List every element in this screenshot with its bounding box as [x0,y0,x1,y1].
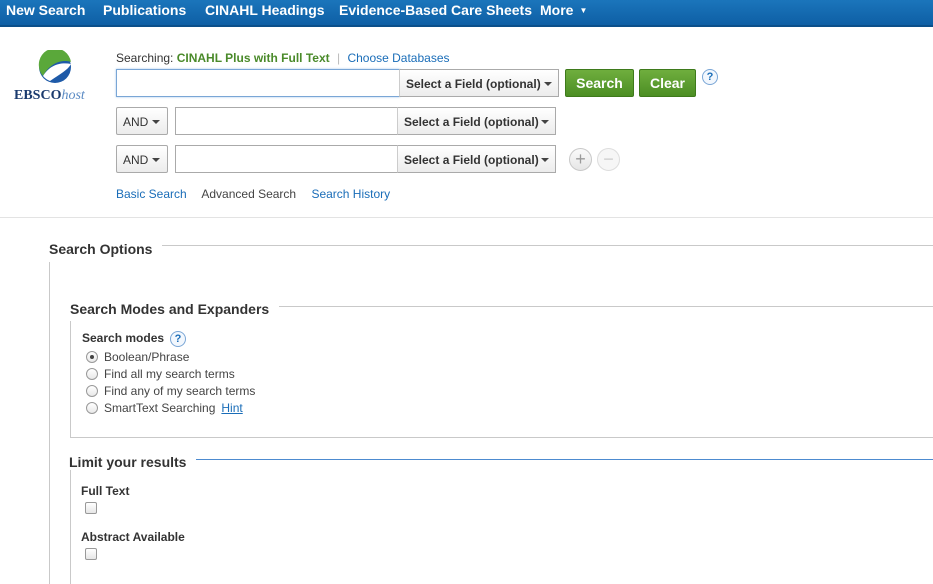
add-row-plus-icon[interactable]: + [569,148,592,171]
abstract-available-label: Abstract Available [81,530,185,544]
limit-section-left-border [70,470,71,584]
field-select-3[interactable]: Select a Field (optional) [397,145,556,173]
choose-databases-link[interactable]: Choose Databases [347,51,449,65]
mode-boolean-phrase[interactable]: Boolean/Phrase [86,350,189,366]
radio-button[interactable] [86,384,98,397]
searching-info: Searching: CINAHL Plus with Full Text | … [116,51,450,65]
database-name: CINAHL Plus with Full Text [176,51,330,65]
operator-label: AND [123,153,149,167]
mode-label: Find all my search terms [104,367,235,381]
top-navigation-bar: New Search Publications CINAHL Headings … [0,0,933,27]
search-button[interactable]: Search [565,69,634,97]
field-select-label: Select a Field (optional) [406,77,541,91]
field-select-label: Select a Field (optional) [404,115,539,129]
field-select-2[interactable]: Select a Field (optional) [397,107,556,135]
dropdown-arrow-icon [541,158,549,162]
radio-button-checked[interactable] [86,350,98,363]
radio-button[interactable] [86,367,98,380]
limit-section-rule [69,459,933,460]
operator-label: AND [123,115,149,129]
nav-evidence-based-care-sheets[interactable]: Evidence-Based Care Sheets [339,2,532,18]
search-type-links: Basic Search Advanced Search Search Hist… [116,187,402,201]
searching-label: Searching: [116,51,174,65]
header-divider [0,217,933,218]
nav-cinahl-headings[interactable]: CINAHL Headings [205,2,325,18]
radio-button[interactable] [86,401,98,414]
mode-label: Boolean/Phrase [104,350,190,364]
logo-suffix: host [61,88,85,103]
basic-search-link[interactable]: Basic Search [116,187,187,201]
full-text-label: Full Text [81,484,130,498]
modes-section-title: Search Modes and Expanders [70,301,280,317]
dropdown-arrow-icon [152,120,160,124]
nav-new-search[interactable]: New Search [6,2,85,18]
search-input-3[interactable] [175,145,398,173]
search-options-rule [49,245,933,246]
limit-results-title: Limit your results [69,454,197,470]
boolean-operator-select-2[interactable]: AND [116,107,168,135]
field-select-label: Select a Field (optional) [404,153,539,167]
mode-find-all[interactable]: Find all my search terms [86,367,235,383]
dropdown-arrow-icon [544,82,552,86]
nav-publications[interactable]: Publications [103,2,186,18]
separator: | [336,51,341,65]
abstract-available-checkbox[interactable] [85,548,97,560]
advanced-search-current: Advanced Search [201,187,297,201]
caret-down-icon: ▼ [579,6,588,15]
search-input-1[interactable] [116,69,400,97]
search-modes-label: Search modes [82,331,165,345]
search-options-title: Search Options [49,241,163,257]
hint-link[interactable]: Hint [221,401,242,415]
full-text-checkbox[interactable] [85,502,97,514]
logo-brand: EBSCO [14,88,62,103]
mode-label: Find any of my search terms [104,384,256,398]
logo-text: EBSCOhost [14,88,85,104]
clear-button[interactable]: Clear [639,69,696,97]
search-options-left-border [49,262,50,584]
ebsco-globe-icon [38,50,71,83]
ebscohost-logo[interactable]: EBSCOhost [14,50,100,110]
mode-smarttext[interactable]: SmartText Searching Hint [86,401,243,417]
help-icon[interactable]: ? [702,69,718,85]
remove-row-minus-icon[interactable]: − [597,148,620,171]
nav-more-label: More [540,2,574,18]
search-modes-help-icon[interactable]: ? [170,331,186,347]
nav-more[interactable]: More ▼ [540,2,587,18]
mode-find-any[interactable]: Find any of my search terms [86,384,255,400]
dropdown-arrow-icon [152,158,160,162]
field-select-1[interactable]: Select a Field (optional) [399,69,559,97]
search-input-2[interactable] [175,107,398,135]
mode-label: SmartText Searching [104,401,216,415]
boolean-operator-select-3[interactable]: AND [116,145,168,173]
dropdown-arrow-icon [541,120,549,124]
search-history-link[interactable]: Search History [311,187,390,201]
